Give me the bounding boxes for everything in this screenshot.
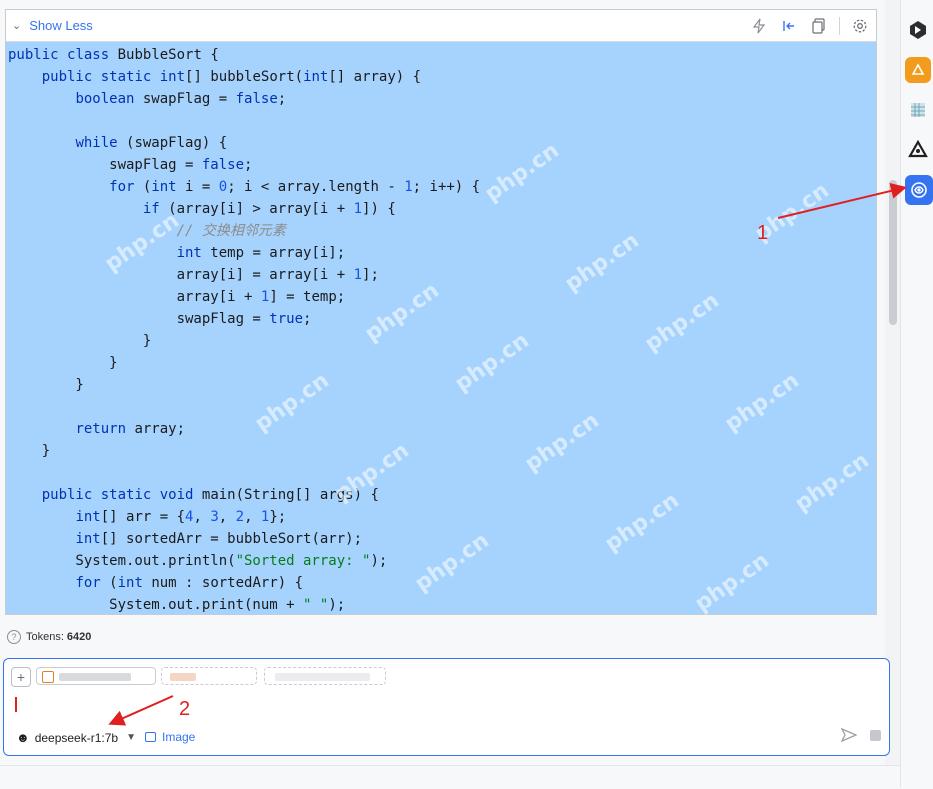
image-label: Image <box>162 730 196 744</box>
code-line: for (int i = 0; i < array.length - 1; i+… <box>109 179 481 195</box>
code-line: int[] sortedArr = bubbleSort(arr); <box>75 531 363 547</box>
redacted-text <box>59 673 131 681</box>
status-strip <box>0 765 900 789</box>
vertical-scrollbar-thumb[interactable] <box>889 180 897 325</box>
chat-input-box[interactable]: + ☻ deepseek-r1:7b ▼ Image <box>3 658 890 756</box>
code-line: swapFlag = false; <box>8 157 253 173</box>
code-line: while (swapFlag) { <box>75 135 228 151</box>
context-chip[interactable] <box>36 667 156 685</box>
annotation-number-1: 1 <box>757 222 769 244</box>
redacted-text <box>275 673 370 681</box>
code-line: return array; <box>75 421 186 437</box>
attach-image-button[interactable]: Image <box>145 730 195 744</box>
add-context-button[interactable]: + <box>11 667 31 687</box>
context-chip[interactable] <box>264 667 386 685</box>
robot-icon: ☻ <box>16 730 30 745</box>
grid-plugin-icon[interactable] <box>905 97 931 123</box>
code-line: array[i + 1] = temp; <box>8 289 346 305</box>
triangle-plugin-icon[interactable] <box>905 137 931 163</box>
panel-header: ⌄ Show Less <box>6 10 876 42</box>
code-line: boolean swapFlag = false; <box>75 91 287 107</box>
text-cursor <box>15 697 17 712</box>
code-line: } <box>8 333 152 349</box>
plugin-dark-icon[interactable] <box>905 17 931 43</box>
tokens-indicator: ? Tokens: 6420 <box>7 630 91 644</box>
redacted-text <box>170 673 196 681</box>
toolbar-separator <box>839 16 840 35</box>
chevron-down-icon: ⌄ <box>12 20 22 32</box>
send-icon[interactable] <box>840 727 858 746</box>
show-less-toggle[interactable]: ⌄ Show Less <box>12 18 93 33</box>
copy-icon[interactable] <box>809 16 829 36</box>
code-line: int temp = array[i]; <box>176 245 346 261</box>
code-line: if (array[i] > array[i + 1]) { <box>142 201 396 217</box>
code-line: public class BubbleSort { <box>8 47 219 63</box>
tokens-value: 6420 <box>66 631 92 643</box>
code-line: } <box>8 377 84 393</box>
help-icon[interactable]: ? <box>7 630 21 644</box>
collapse-left-icon[interactable] <box>779 16 799 36</box>
header-toolbar <box>749 16 870 36</box>
code-line: System.out.println("Sorted array: "); <box>8 553 388 569</box>
code-line: for (int num : sortedArr) { <box>75 575 304 591</box>
code-block[interactable]: public class BubbleSort { public static … <box>6 42 876 614</box>
code-line: array[i] = array[i + 1]; <box>8 267 379 283</box>
dropdown-arrow-icon: ▼ <box>126 732 136 743</box>
code-line: } <box>8 355 118 371</box>
context-chip[interactable] <box>161 667 257 685</box>
bolt-icon[interactable] <box>749 16 769 36</box>
code-line: } <box>8 443 51 459</box>
model-selector[interactable]: ☻ deepseek-r1:7b ▼ <box>16 730 136 745</box>
code-line: int[] arr = {4, 3, 2, 1}; <box>75 509 287 525</box>
annotation-number-2: 2 <box>179 698 191 720</box>
code-text: public class BubbleSort { public static … <box>8 44 876 614</box>
model-name: deepseek-r1:7b <box>34 730 119 745</box>
file-icon <box>42 671 54 683</box>
code-line: public static int[] bubbleSort(int[] arr… <box>41 69 422 85</box>
stop-button[interactable] <box>870 730 881 741</box>
code-panel: ⌄ Show Less public class BubbleSort { pu… <box>5 9 877 615</box>
orange-plugin-icon[interactable] <box>905 57 931 83</box>
code-line: System.out.print(num + " "); <box>8 597 346 613</box>
tokens-label: Tokens: <box>26 631 64 643</box>
code-line: public static void main(String[] args) { <box>41 487 379 503</box>
code-line: // 交换相邻元素 <box>176 223 286 239</box>
settings-icon[interactable] <box>850 16 870 36</box>
ai-assistant-icon[interactable] <box>905 175 933 205</box>
image-icon <box>145 732 156 742</box>
show-less-label: Show Less <box>29 18 93 33</box>
code-line: swapFlag = true; <box>8 311 312 327</box>
